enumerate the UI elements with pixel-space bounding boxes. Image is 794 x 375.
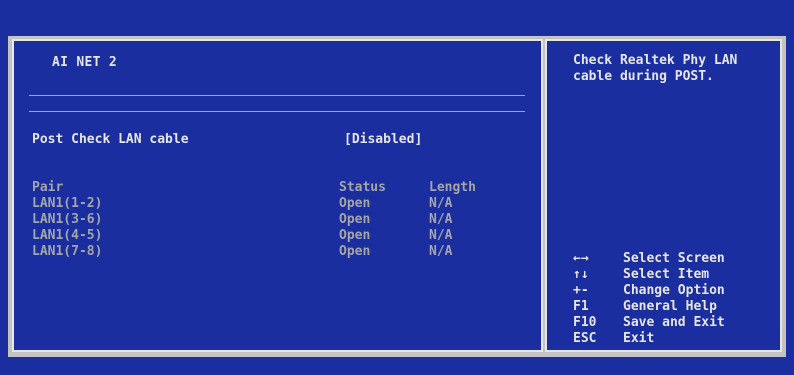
bottom-bar xyxy=(0,360,794,375)
divider xyxy=(29,95,525,96)
column-header-status: Status xyxy=(339,180,386,195)
divider xyxy=(29,111,525,112)
up-down-arrows-icon: ↑↓ xyxy=(573,267,589,282)
help-panel: Check Realtek Phy LAN cable during POST.… xyxy=(545,39,782,352)
status-cell: Open xyxy=(339,212,371,227)
table-row: LAN1(3-6) Open N/A xyxy=(32,212,512,228)
length-cell: N/A xyxy=(429,244,453,259)
settings-panel: AI NET 2 Post Check LAN cable [Disabled]… xyxy=(12,39,543,352)
length-cell: N/A xyxy=(429,196,453,211)
setting-label: Post Check LAN cable xyxy=(32,132,189,147)
f1-key: F1 xyxy=(573,299,589,314)
table-header: Pair Status Length xyxy=(32,180,512,196)
column-header-length: Length xyxy=(429,180,476,195)
length-cell: N/A xyxy=(429,228,453,243)
left-right-arrows-icon: ←→ xyxy=(573,251,589,266)
top-bar xyxy=(0,0,794,32)
key-description: General Help xyxy=(623,299,717,314)
help-text: Check Realtek Phy LAN cable during POST. xyxy=(573,53,738,84)
cable-status-table: Pair Status Length LAN1(1-2) Open N/A LA… xyxy=(32,180,512,260)
key-description: Change Option xyxy=(623,283,725,298)
pair-cell: LAN1(3-6) xyxy=(32,212,103,227)
key-description: Select Screen xyxy=(623,251,725,266)
page-title: AI NET 2 xyxy=(52,55,118,70)
f10-key: F10 xyxy=(573,315,597,330)
plus-minus-key: +- xyxy=(573,283,589,298)
status-cell: Open xyxy=(339,244,371,259)
key-description: Exit xyxy=(623,331,655,346)
key-description: Select Item xyxy=(623,267,710,282)
table-row: LAN1(1-2) Open N/A xyxy=(32,196,512,212)
setting-value[interactable]: [Disabled] xyxy=(344,132,422,147)
post-check-lan-cable-setting[interactable]: Post Check LAN cable [Disabled] xyxy=(32,132,512,150)
key-description: Save and Exit xyxy=(623,315,725,330)
length-cell: N/A xyxy=(429,212,453,227)
esc-key: ESC xyxy=(573,331,597,346)
pair-cell: LAN1(4-5) xyxy=(32,228,103,243)
status-cell: Open xyxy=(339,196,371,211)
table-row: LAN1(4-5) Open N/A xyxy=(32,228,512,244)
column-header-pair: Pair xyxy=(32,180,64,195)
table-row: LAN1(7-8) Open N/A xyxy=(32,244,512,260)
bios-screen: AI NET 2 Post Check LAN cable [Disabled]… xyxy=(8,36,786,357)
pair-cell: LAN1(1-2) xyxy=(32,196,103,211)
pair-cell: LAN1(7-8) xyxy=(32,244,103,259)
status-cell: Open xyxy=(339,228,371,243)
